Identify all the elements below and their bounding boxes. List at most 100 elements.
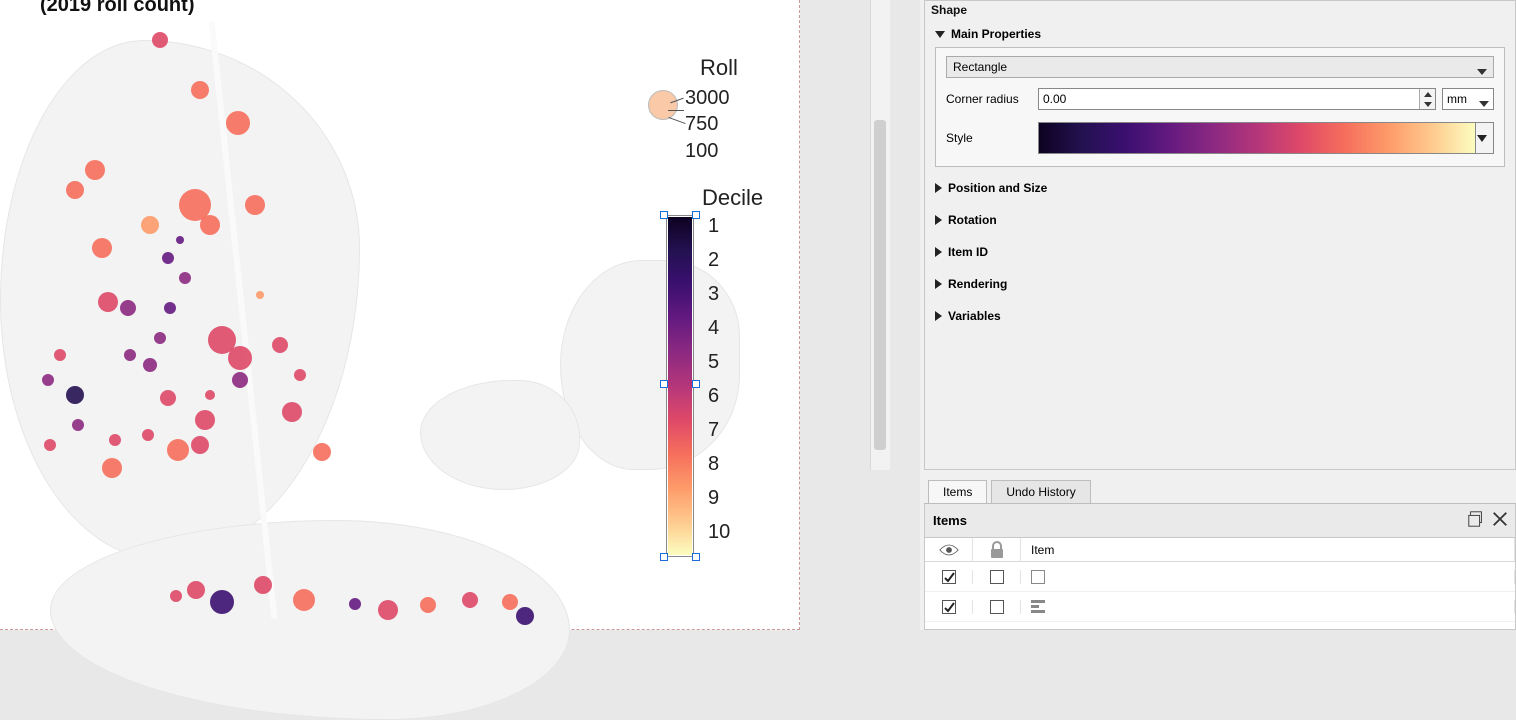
map-point[interactable] [232,372,248,388]
map-point[interactable] [195,410,215,430]
selection-handle[interactable] [660,380,668,388]
chevron-right-icon [935,279,942,289]
map-point[interactable] [120,300,136,316]
unit-combo[interactable]: mm [1442,88,1494,110]
style-preview[interactable] [1038,122,1476,154]
map-point[interactable] [102,458,122,478]
map-point[interactable] [167,439,189,461]
map-point[interactable] [226,111,250,135]
selection-handle[interactable] [692,553,700,561]
map-point[interactable] [160,390,176,406]
chevron-right-icon [935,247,942,257]
legend-decile-gradient [668,217,692,555]
items-row[interactable] [925,562,1515,592]
selection-handle[interactable] [692,211,700,219]
map-point[interactable] [162,252,174,264]
selection-handle[interactable] [660,211,668,219]
section-rendering[interactable]: Rendering [935,273,1505,295]
visibility-checkbox[interactable] [942,570,956,584]
map-point[interactable] [205,390,215,400]
landmass [420,380,580,490]
legend-roll-bubble [648,90,678,120]
map-point[interactable] [154,332,166,344]
map-point[interactable] [42,374,54,386]
map-point[interactable] [44,439,56,451]
items-title: Items [933,513,967,528]
tab-undo-history[interactable]: Undo History [991,480,1090,503]
shape-type-combo[interactable]: Rectangle [946,56,1494,78]
items-row[interactable] [925,592,1515,622]
map-point[interactable] [228,346,252,370]
map-point[interactable] [420,597,436,613]
map-point[interactable] [152,32,168,48]
section-variables[interactable]: Variables [935,305,1505,327]
section-item-id[interactable]: Item ID [935,241,1505,263]
lock-checkbox[interactable] [990,600,1004,614]
map-point[interactable] [210,590,234,614]
section-label: Rendering [948,277,1007,291]
map-point[interactable] [72,419,84,431]
landmass [0,40,360,560]
style-dropdown-button[interactable] [1476,122,1494,154]
map-point[interactable] [109,434,121,446]
visibility-checkbox[interactable] [942,600,956,614]
restore-icon[interactable] [1467,510,1485,531]
map-point[interactable] [282,402,302,422]
map-point[interactable] [502,594,518,610]
map-point[interactable] [92,238,112,258]
map-point[interactable] [254,576,272,594]
chevron-down-icon [1479,96,1489,110]
item-properties-panel: Shape Main Properties Rectangle Corner r… [924,0,1516,470]
map-point[interactable] [170,590,182,602]
vertical-scrollbar[interactable] [870,0,890,470]
selection-handle[interactable] [692,380,700,388]
map-point[interactable] [200,215,220,235]
column-item: Item [1021,538,1515,561]
legend-roll[interactable]: Roll 3000 750 100 [640,55,800,185]
map-point[interactable] [142,429,154,441]
legend-decile-tick: 2 [708,249,719,272]
spin-down-button[interactable] [1420,99,1435,109]
section-main-properties[interactable]: Main Properties [935,23,1505,45]
selection-handle[interactable] [660,553,668,561]
map-point[interactable] [179,272,191,284]
legend-decile-tick: 6 [708,385,719,408]
map-point[interactable] [191,81,209,99]
map-point[interactable] [98,292,118,312]
section-position-and-size[interactable]: Position and Size [935,177,1505,199]
map-point[interactable] [516,607,534,625]
map-point[interactable] [54,349,66,361]
map-point[interactable] [293,589,315,611]
map-point[interactable] [164,302,176,314]
legend-decile-tick: 7 [708,419,719,442]
map-point[interactable] [313,443,331,461]
map-point[interactable] [143,358,157,372]
lock-checkbox[interactable] [990,570,1004,584]
close-icon[interactable] [1491,510,1509,531]
corner-radius-input[interactable]: 0.00 [1038,88,1436,110]
map-point[interactable] [187,581,205,599]
map-point[interactable] [124,349,136,361]
map-point[interactable] [349,598,361,610]
map-point[interactable] [85,160,105,180]
map-point[interactable] [66,386,84,404]
map-point[interactable] [141,216,159,234]
map-point[interactable] [176,236,184,244]
map-point[interactable] [294,369,306,381]
map-point[interactable] [245,195,265,215]
map-point[interactable] [272,337,288,353]
items-header: Item [925,538,1515,562]
legend-decile[interactable]: Decile 12345678910 [660,185,800,585]
section-rotation[interactable]: Rotation [935,209,1505,231]
map-point[interactable] [462,592,478,608]
eye-icon [939,543,959,557]
map-point[interactable] [191,436,209,454]
map-point[interactable] [256,291,264,299]
map-point[interactable] [378,600,398,620]
scrollbar-thumb[interactable] [874,120,886,450]
spin-up-button[interactable] [1420,89,1435,99]
layout-canvas[interactable]: (2019 roll count) Roll 3000 750 100 Deci… [0,0,870,630]
tab-items[interactable]: Items [928,480,987,503]
legend-icon [1031,600,1045,613]
map-point[interactable] [66,181,84,199]
